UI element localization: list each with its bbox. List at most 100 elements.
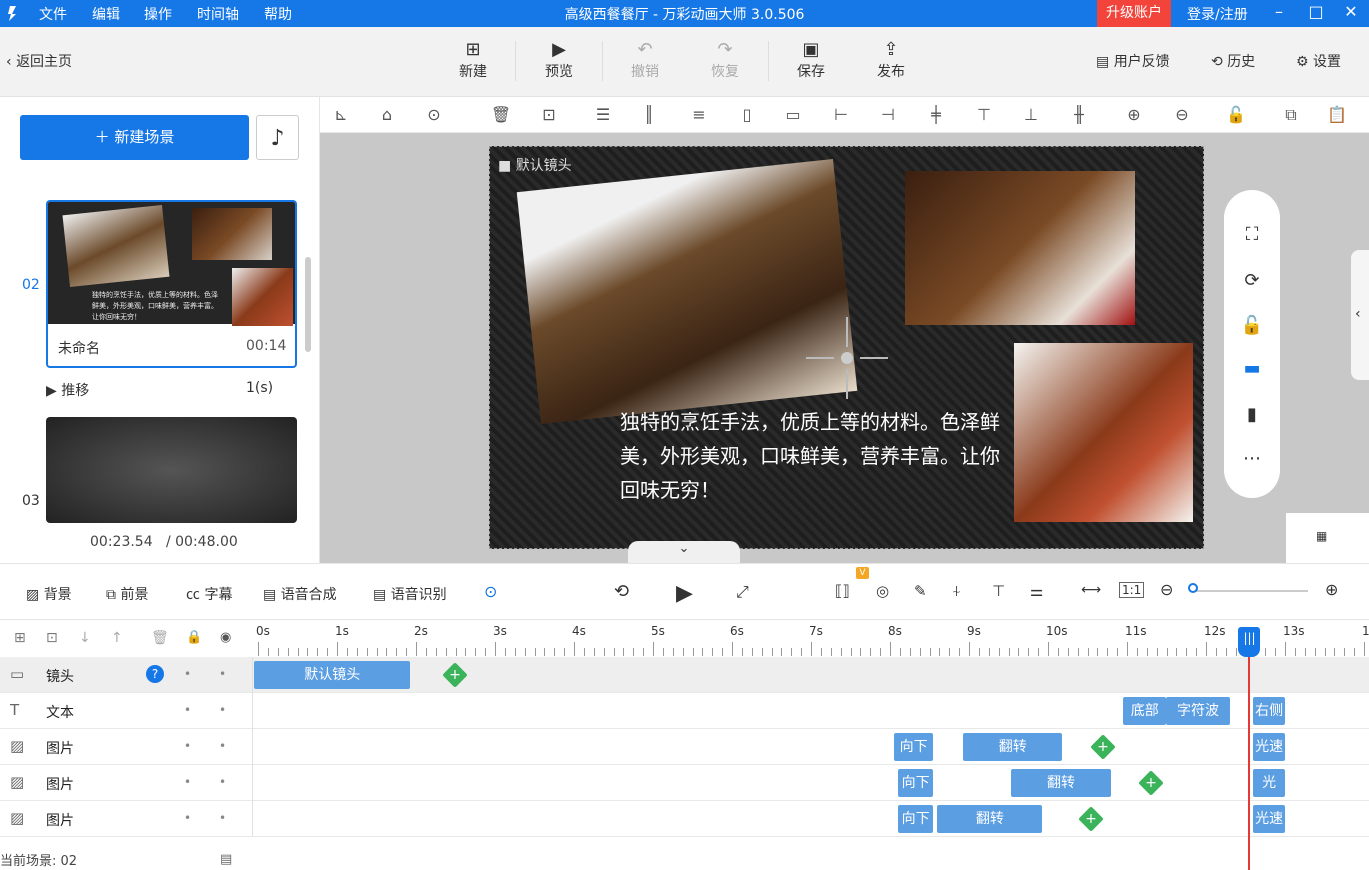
- minimize-icon[interactable]: –: [1268, 2, 1290, 21]
- align-right-edge-icon[interactable]: ⊣: [877, 105, 899, 124]
- feedback-button[interactable]: ▤ 用户反馈: [1096, 51, 1170, 71]
- stage-expand-button[interactable]: ⌄: [628, 541, 740, 563]
- maximize-icon[interactable]: □: [1305, 2, 1327, 21]
- more-circle-icon[interactable]: ⊙: [423, 105, 445, 124]
- split-icon[interactable]: ⍭: [952, 582, 961, 600]
- align-top-edge-icon[interactable]: ⊤: [973, 105, 995, 124]
- add-keyframe-icon[interactable]: +: [1090, 734, 1116, 760]
- zoom-slider-handle[interactable]: [1188, 583, 1198, 593]
- track-lock-toggle[interactable]: •: [184, 811, 191, 825]
- animation-clip[interactable]: 翻转: [1010, 769, 1112, 797]
- more-icon[interactable]: ⋯: [1238, 448, 1266, 469]
- zoom-out-icon[interactable]: ⊖: [1171, 105, 1193, 124]
- add-keyframe-icon[interactable]: +: [1137, 770, 1164, 796]
- scene-card-03[interactable]: [46, 417, 297, 523]
- background-tab[interactable]: ▨ 背景: [26, 584, 72, 604]
- desktop-icon[interactable]: ▬: [1238, 358, 1266, 379]
- ruler-icon[interactable]: ⊾: [330, 105, 352, 124]
- more-options-icon[interactable]: ⊙: [484, 582, 497, 601]
- align-top-icon[interactable]: ≡: [688, 105, 710, 124]
- lock-icon[interactable]: 🔓: [1238, 315, 1266, 336]
- track-lock-toggle[interactable]: •: [184, 775, 191, 789]
- save-button[interactable]: ▣ 保存: [784, 39, 838, 81]
- zoom-in-timeline-icon[interactable]: ⊕: [1325, 580, 1338, 599]
- add-keyframe-icon[interactable]: +: [442, 662, 469, 688]
- upgrade-account-button[interactable]: 升级账户: [1097, 0, 1171, 27]
- animation-clip[interactable]: 底部: [1123, 697, 1167, 725]
- track-visibility-toggle[interactable]: •: [219, 667, 226, 681]
- edit-icon[interactable]: ✎: [914, 582, 927, 600]
- copy-icon[interactable]: ⧉: [1280, 105, 1302, 125]
- preview-button[interactable]: ▶ 预览: [532, 39, 586, 81]
- animation-clip[interactable]: 向下: [893, 733, 934, 761]
- subtitle-tab[interactable]: ㏄ 字幕: [186, 584, 232, 604]
- align-vcenter-icon[interactable]: ╫: [1068, 105, 1090, 124]
- timeline-ruler[interactable]: 0s 1s 2s 3s 4s 5s 6s 7s 8s 9s 10s 11s 12s 13s 14s: [252, 619, 1369, 657]
- align-left-icon[interactable]: ☰: [592, 105, 614, 124]
- close-icon[interactable]: ✕: [1340, 2, 1362, 21]
- zoom-in-icon[interactable]: ⊕: [1123, 105, 1145, 124]
- timeline-track[interactable]: ▨ 图片 • • 向下 翻转 光 +: [0, 765, 1369, 801]
- select-frame-icon[interactable]: ⊡: [538, 105, 560, 124]
- zoom-out-timeline-icon[interactable]: ⊖: [1160, 580, 1173, 599]
- track-lock-toggle[interactable]: •: [184, 667, 191, 681]
- help-icon[interactable]: ?: [146, 665, 164, 683]
- animation-clip[interactable]: 向下: [897, 769, 934, 797]
- home-icon[interactable]: ⌂: [376, 105, 398, 124]
- animation-clip[interactable]: 字符波: [1166, 697, 1230, 725]
- animation-clip[interactable]: 右侧: [1253, 697, 1285, 725]
- timeline-zoom-slider[interactable]: [1190, 590, 1308, 592]
- redo-button[interactable]: ↷ 恢复: [698, 39, 752, 81]
- delete-track-icon[interactable]: 🗑: [151, 630, 169, 646]
- sliced-steak-image[interactable]: [1014, 343, 1193, 522]
- paste-icon[interactable]: 📋: [1326, 105, 1348, 124]
- track-visibility-toggle[interactable]: •: [219, 811, 226, 825]
- align-center-icon[interactable]: ▭: [782, 105, 804, 124]
- stage-canvas[interactable]: ■ 默认镜头 独特的烹饪手法，优质上等的材料。色泽鲜美，外形美观，口味鲜美，营养…: [489, 146, 1204, 549]
- filter-icon[interactable]: ⊤: [992, 582, 1005, 600]
- scene-info-icon[interactable]: ▤: [220, 852, 232, 867]
- distribute-v-icon[interactable]: ▯: [736, 105, 758, 124]
- move-up-icon[interactable]: ↑: [111, 630, 123, 646]
- login-register-link[interactable]: 登录/注册: [1187, 4, 1248, 24]
- animation-clip[interactable]: 光: [1253, 769, 1285, 797]
- timeline-track[interactable]: ▭ 镜头? • • 默认镜头 +: [0, 657, 1369, 693]
- actual-size-icon[interactable]: 1:1: [1119, 582, 1145, 598]
- publish-button[interactable]: ⇪ 发布: [864, 39, 918, 81]
- track-visibility-toggle[interactable]: •: [219, 739, 226, 753]
- track-lock-toggle[interactable]: •: [184, 739, 191, 753]
- steak-wine-image[interactable]: [905, 171, 1135, 325]
- track-lock-toggle[interactable]: •: [184, 703, 191, 717]
- transition-item[interactable]: ▶ 推移: [46, 380, 89, 400]
- fullscreen-icon[interactable]: ⤢: [736, 582, 749, 602]
- animation-clip[interactable]: 光速: [1253, 805, 1285, 833]
- rotate-icon[interactable]: ⟳: [1238, 270, 1266, 291]
- move-down-icon[interactable]: ↓: [79, 630, 91, 646]
- add-folder-icon[interactable]: ⊞: [14, 630, 26, 646]
- eye-icon[interactable]: ◉: [220, 630, 231, 645]
- foreground-tab[interactable]: ⧉ 前景: [106, 584, 148, 604]
- timeline-track[interactable]: T 文本 • • 底部 字符波 右侧: [0, 693, 1369, 729]
- mobile-icon[interactable]: ▮: [1238, 404, 1266, 425]
- camera-crosshair-icon[interactable]: [806, 317, 888, 399]
- settings-button[interactable]: ⚙ 设置: [1296, 51, 1341, 71]
- timeline-track[interactable]: ▨ 图片 • • 向下 翻转 光速 +: [0, 801, 1369, 837]
- new-scene-button[interactable]: ＋ 新建场景: [20, 115, 249, 160]
- add-keyframe-icon[interactable]: +: [1078, 806, 1105, 832]
- camera-frame-icon[interactable]: ⟦⟧: [835, 582, 850, 600]
- track-visibility-toggle[interactable]: •: [219, 703, 226, 717]
- trash-icon[interactable]: 🗑: [490, 105, 512, 124]
- history-button[interactable]: ⟲ 历史: [1211, 51, 1255, 71]
- distribute-h-icon[interactable]: ║: [638, 105, 660, 124]
- animation-clip[interactable]: 默认镜头: [254, 661, 411, 689]
- snapshot-icon[interactable]: ◎: [876, 582, 889, 600]
- music-button[interactable]: ♪: [256, 115, 299, 160]
- track-visibility-toggle[interactable]: •: [219, 775, 226, 789]
- fit-width-icon[interactable]: ⟷: [1081, 582, 1101, 598]
- scene-card-02[interactable]: 独特的烹饪手法，优质上等的材料。色泽鲜美，外形美观，口味鲜美，营养丰富。让你回味…: [46, 200, 297, 368]
- timeline-track[interactable]: ▨ 图片 • • 向下 翻转 光速 +: [0, 729, 1369, 765]
- animation-clip[interactable]: 翻转: [937, 805, 1043, 833]
- align-bottom-edge-icon[interactable]: ⊥: [1020, 105, 1042, 124]
- scene-panel-scrollbar[interactable]: [305, 257, 311, 352]
- align-hcenter-icon[interactable]: ╪: [925, 105, 947, 124]
